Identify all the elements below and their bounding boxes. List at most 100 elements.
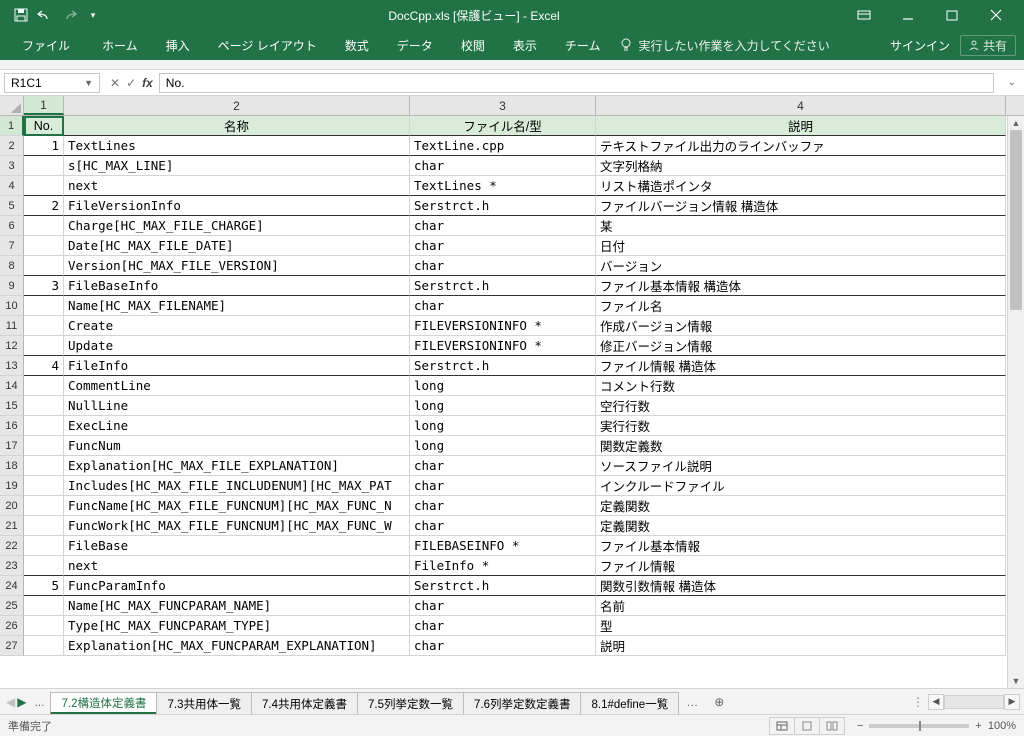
sheet-tab[interactable]: 8.1#define一覧: [580, 692, 679, 714]
normal-view-icon[interactable]: [769, 717, 795, 735]
row-header[interactable]: 11: [0, 316, 24, 336]
cell[interactable]: [24, 316, 64, 336]
cell[interactable]: s[HC_MAX_LINE]: [64, 156, 410, 176]
cell[interactable]: FileBaseInfo: [64, 276, 410, 296]
row-header[interactable]: 1: [0, 116, 24, 136]
cell[interactable]: 関数引数情報 構造体: [596, 576, 1006, 596]
column-header[interactable]: 1: [24, 96, 64, 115]
row-header[interactable]: 16: [0, 416, 24, 436]
cell[interactable]: Explanation[HC_MAX_FUNCPARAM_EXPLANATION…: [64, 636, 410, 656]
column-header[interactable]: 2: [64, 96, 410, 115]
cell[interactable]: ファイル情報: [596, 556, 1006, 576]
cell[interactable]: Charge[HC_MAX_FILE_CHARGE]: [64, 216, 410, 236]
formula-expand-icon[interactable]: ⌄: [1000, 77, 1024, 88]
cell[interactable]: TextLines *: [410, 176, 596, 196]
cell[interactable]: [24, 236, 64, 256]
zoom-in-icon[interactable]: +: [975, 720, 981, 732]
cell[interactable]: 説明: [596, 116, 1006, 136]
cell[interactable]: CommentLine: [64, 376, 410, 396]
minimize-icon[interactable]: [890, 4, 926, 26]
zoom-slider[interactable]: [869, 724, 969, 728]
cell[interactable]: long: [410, 396, 596, 416]
cell[interactable]: [24, 376, 64, 396]
cell[interactable]: 作成バージョン情報: [596, 316, 1006, 336]
cell[interactable]: [24, 336, 64, 356]
row-header[interactable]: 18: [0, 456, 24, 476]
ribbon-tab[interactable]: チーム: [551, 30, 615, 60]
cell[interactable]: ExecLine: [64, 416, 410, 436]
page-layout-view-icon[interactable]: [794, 717, 820, 735]
tell-me-search[interactable]: 実行したい作業を入力してください: [620, 37, 829, 54]
cell[interactable]: [24, 176, 64, 196]
row-header[interactable]: 15: [0, 396, 24, 416]
cell[interactable]: リスト構造ポインタ: [596, 176, 1006, 196]
column-header[interactable]: 4: [596, 96, 1006, 115]
ribbon-tab[interactable]: データ: [383, 30, 447, 60]
zoom-out-icon[interactable]: −: [857, 720, 863, 732]
cell[interactable]: [24, 156, 64, 176]
cell[interactable]: 3: [24, 276, 64, 296]
cell[interactable]: long: [410, 416, 596, 436]
row-header[interactable]: 12: [0, 336, 24, 356]
row-header[interactable]: 3: [0, 156, 24, 176]
qat-customize-icon[interactable]: ▾: [84, 6, 102, 24]
share-button[interactable]: 共有: [960, 35, 1016, 56]
cell[interactable]: ソースファイル説明: [596, 456, 1006, 476]
cell[interactable]: Update: [64, 336, 410, 356]
save-icon[interactable]: [12, 6, 30, 24]
row-header[interactable]: 2: [0, 136, 24, 156]
cell[interactable]: FILEBASEINFO *: [410, 536, 596, 556]
row-header[interactable]: 19: [0, 476, 24, 496]
cell[interactable]: 日付: [596, 236, 1006, 256]
cell[interactable]: 1: [24, 136, 64, 156]
cell[interactable]: Serstrct.h: [410, 356, 596, 376]
row-header[interactable]: 7: [0, 236, 24, 256]
cell[interactable]: FileInfo *: [410, 556, 596, 576]
cell[interactable]: TextLine.cpp: [410, 136, 596, 156]
cell[interactable]: バージョン: [596, 256, 1006, 276]
maximize-icon[interactable]: [934, 4, 970, 26]
cell[interactable]: [24, 296, 64, 316]
formula-input[interactable]: No.: [159, 73, 994, 93]
sheet-nav-next-icon[interactable]: ▶: [17, 695, 26, 709]
scroll-down-icon[interactable]: ▼: [1008, 674, 1024, 688]
cell[interactable]: char: [410, 616, 596, 636]
cell[interactable]: ファイルバージョン情報 構造体: [596, 196, 1006, 216]
cell[interactable]: ファイル基本情報 構造体: [596, 276, 1006, 296]
cell[interactable]: ファイル情報 構造体: [596, 356, 1006, 376]
cell[interactable]: [24, 556, 64, 576]
scroll-up-icon[interactable]: ▲: [1008, 116, 1024, 130]
cell[interactable]: char: [410, 496, 596, 516]
ribbon-tab[interactable]: ページ レイアウト: [204, 30, 331, 60]
cell[interactable]: Serstrct.h: [410, 196, 596, 216]
cell[interactable]: 名称: [64, 116, 410, 136]
scrollbar-thumb[interactable]: [1010, 130, 1022, 310]
cell[interactable]: char: [410, 256, 596, 276]
grid-body[interactable]: 1No.名称ファイル名/型説明21TextLinesTextLine.cppテキ…: [0, 116, 1024, 688]
row-header[interactable]: 9: [0, 276, 24, 296]
cell[interactable]: next: [64, 556, 410, 576]
row-header[interactable]: 22: [0, 536, 24, 556]
cell[interactable]: FileVersionInfo: [64, 196, 410, 216]
row-header[interactable]: 6: [0, 216, 24, 236]
chevron-down-icon[interactable]: ▼: [84, 78, 93, 88]
close-icon[interactable]: [978, 4, 1014, 26]
cell[interactable]: [24, 536, 64, 556]
ribbon-display-icon[interactable]: [846, 4, 882, 26]
new-sheet-icon[interactable]: ⊕: [706, 689, 732, 714]
cell[interactable]: char: [410, 476, 596, 496]
zoom-level[interactable]: 100%: [988, 720, 1016, 732]
ribbon-tab[interactable]: 校閲: [447, 30, 499, 60]
select-all-corner[interactable]: [0, 96, 24, 115]
scroll-right-icon[interactable]: ▶: [1004, 694, 1020, 710]
sheet-tab[interactable]: 7.5列挙定数一覧: [357, 692, 464, 714]
cell[interactable]: FuncNum: [64, 436, 410, 456]
ribbon-tab[interactable]: 数式: [331, 30, 383, 60]
cell[interactable]: 定義関数: [596, 496, 1006, 516]
cell[interactable]: char: [410, 156, 596, 176]
cell[interactable]: Type[HC_MAX_FUNCPARAM_TYPE]: [64, 616, 410, 636]
cell[interactable]: 定義関数: [596, 516, 1006, 536]
cell[interactable]: char: [410, 456, 596, 476]
cell[interactable]: [24, 636, 64, 656]
row-header[interactable]: 5: [0, 196, 24, 216]
